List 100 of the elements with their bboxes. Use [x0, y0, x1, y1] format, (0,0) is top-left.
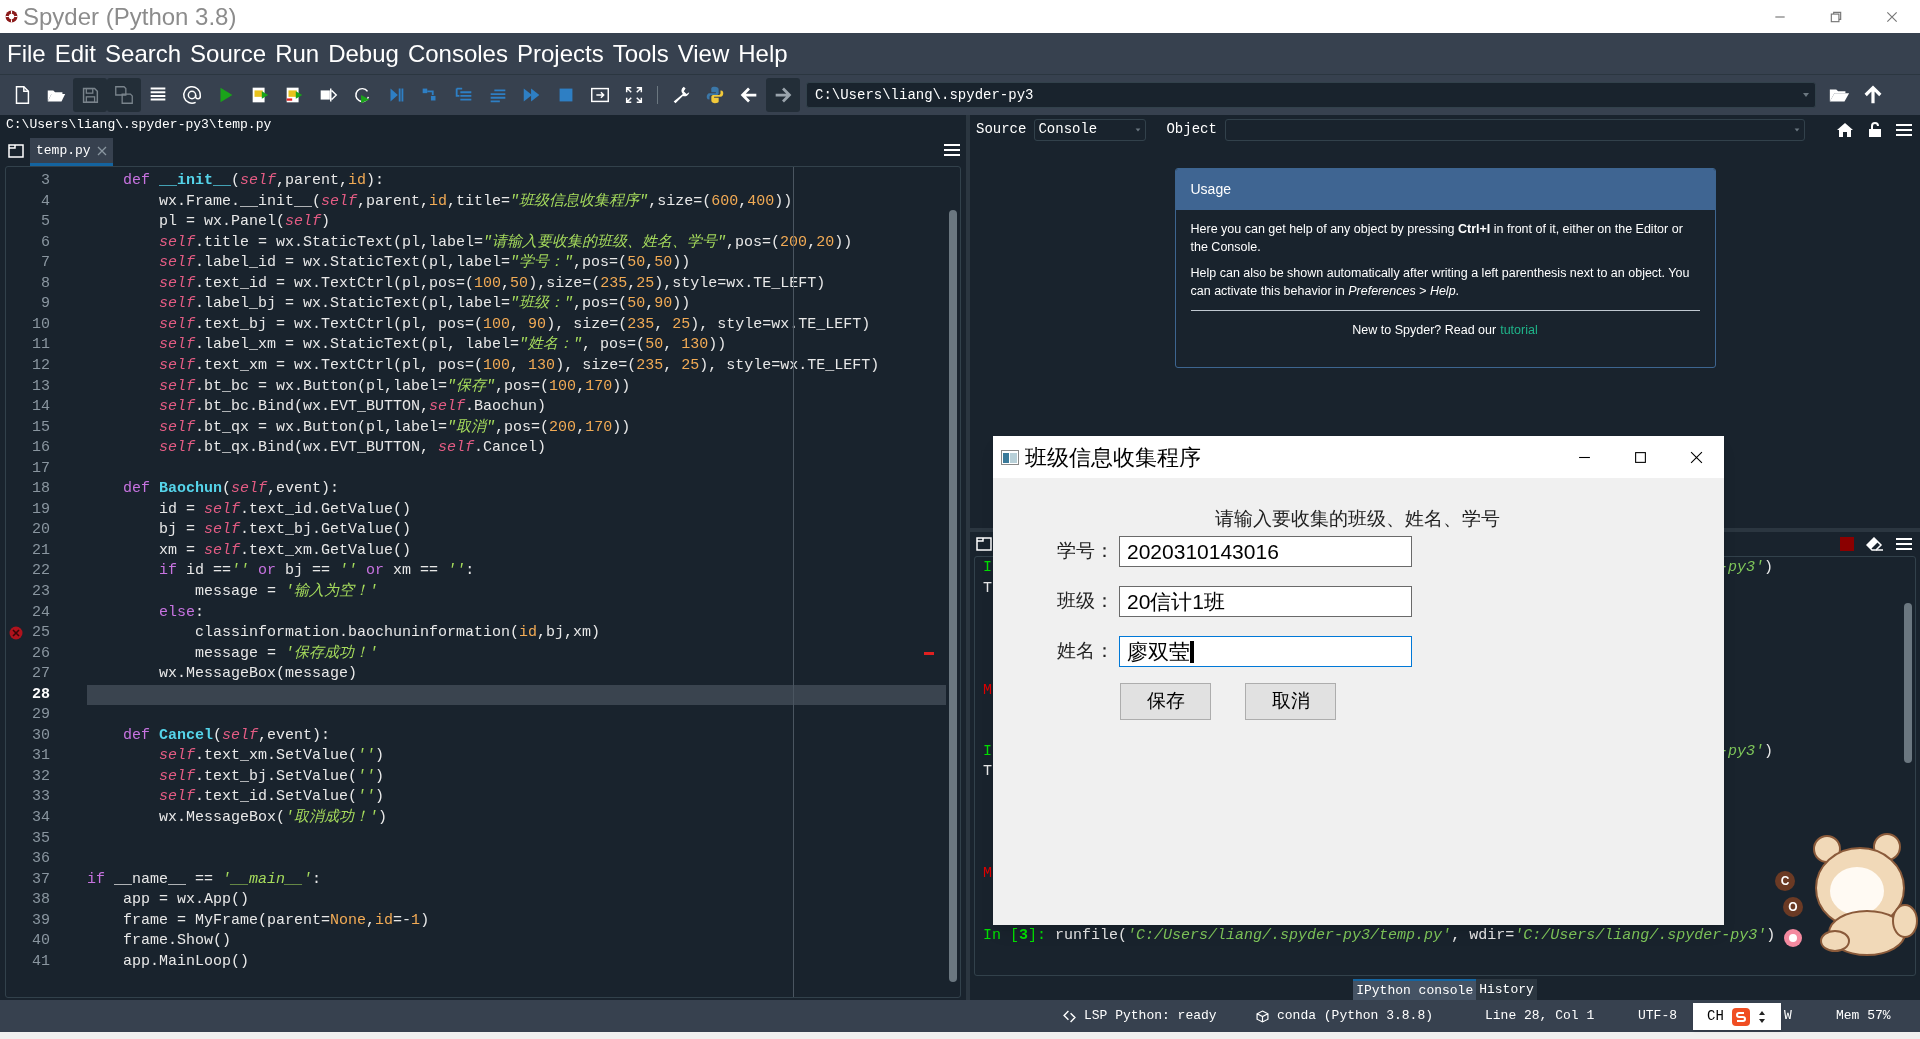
code-line: wx.Frame.__init__(self,parent,id,title="班级信息收集程序",size=(600,400)) — [158, 191, 793, 212]
line-number: 14 — [32, 397, 50, 418]
menu-item[interactable]: File — [7, 41, 46, 66]
dialog-button[interactable]: 取消 — [1245, 683, 1336, 720]
menu-item[interactable]: Run — [275, 41, 320, 66]
menu-item[interactable]: Source — [190, 41, 267, 66]
code-line: self.bt_qx.Bind(wx.EVT_BUTTON, self.Cancel) — [158, 438, 547, 459]
field-label: 学号： — [1057, 539, 1115, 564]
console-text: T — [983, 578, 992, 599]
code-line: self.bt_bc.Bind(wx.EVT_BUTTON,self.Baochun) — [158, 397, 547, 418]
line-number: 29 — [32, 705, 50, 726]
warning-marker — [924, 652, 934, 655]
code-line: if id =='' or bj == '' or xm == '': — [158, 561, 475, 582]
text-field[interactable]: 20信计1班 — [1119, 586, 1412, 617]
menu-item[interactable]: Tools — [612, 41, 669, 66]
line-number: 21 — [32, 540, 50, 561]
close-tab-icon[interactable] — [96, 145, 107, 156]
maximize-icon[interactable] — [1633, 450, 1647, 464]
code-line: classinformation.baochuninformation(id,bj,xm) — [194, 623, 601, 644]
up-arrow-icon[interactable] — [1862, 84, 1884, 106]
line-number: 4 — [41, 191, 50, 212]
line-number: 28 — [32, 684, 50, 705]
pane-tab[interactable]: History — [1476, 979, 1537, 1000]
code-line: message = '输入为空！' — [194, 581, 379, 602]
console-text: M — [983, 864, 992, 885]
menu-icon[interactable] — [1896, 536, 1912, 551]
scrollbar-thumb[interactable] — [1904, 602, 1912, 763]
menu-item[interactable]: View — [677, 41, 730, 66]
line-number: 41 — [32, 951, 50, 972]
text-field[interactable]: 廖双莹 — [1119, 636, 1412, 667]
code-line: self.label_bj = wx.StaticText(pl,label="班级：",pos=(50,90)) — [158, 293, 691, 315]
object-field[interactable] — [1224, 119, 1805, 141]
code-line: def __init__(self,parent,id): — [122, 171, 385, 192]
footer-text: New to Spyder? Read our — [1352, 321, 1497, 339]
line-number: 32 — [32, 766, 50, 787]
app-window-icon — [1001, 449, 1019, 465]
browse-tabs-icon[interactable] — [976, 536, 992, 551]
code-line: pl = wx.Panel(self) — [158, 212, 331, 233]
scroll-arrows-icon[interactable] — [1757, 1009, 1766, 1024]
status-text: UTF-8 — [1638, 1007, 1677, 1026]
code-line: frame.Show() — [122, 931, 232, 952]
sticker-badge: C — [1775, 871, 1795, 891]
menu-item[interactable]: Consoles — [407, 41, 508, 66]
code-line: def Cancel(self,event): — [122, 725, 331, 746]
code-line: xm = self.text_xm.GetValue() — [158, 540, 412, 561]
save-all-icon[interactable] — [113, 84, 135, 106]
object-label: Object — [1166, 120, 1217, 140]
cube-icon — [1256, 1009, 1269, 1023]
source-dropdown[interactable]: Console — [1034, 119, 1147, 141]
code-line: else: — [158, 602, 205, 623]
line-number: 25 — [32, 623, 50, 644]
fullscreen-icon[interactable] — [623, 84, 645, 106]
python-icon[interactable] — [704, 84, 726, 106]
console-text: I — [983, 558, 992, 579]
eraser-icon[interactable] — [1866, 536, 1884, 551]
console-text: I — [983, 742, 992, 762]
line-number: 3 — [41, 171, 50, 192]
restore-icon[interactable] — [1829, 9, 1843, 24]
home-icon[interactable] — [1836, 122, 1854, 138]
pane-tab[interactable]: IPython console — [1353, 979, 1477, 1000]
menu-item[interactable]: Help — [738, 41, 788, 66]
code-line: def Baochun(self,event): — [122, 479, 340, 500]
line-number: 34 — [32, 808, 50, 828]
line-number: 38 — [32, 890, 50, 911]
close-icon[interactable] — [1689, 450, 1703, 464]
code-line: if __name__ == '__main__': — [87, 869, 322, 890]
unlocked-padlock-icon[interactable] — [1868, 122, 1882, 138]
status-text: LSP Python: ready — [1084, 1007, 1217, 1026]
dialog-heading: 请输入要收集的班级、姓名、学号 — [1215, 506, 1500, 531]
code-line: self.text_bj.SetValue('') — [158, 766, 385, 787]
status-text: conda (Python 3.8.8) — [1277, 1007, 1434, 1026]
at-sign-icon[interactable] — [181, 84, 203, 106]
menu-item[interactable]: Edit — [54, 41, 97, 66]
menu-item[interactable]: Search — [105, 41, 182, 66]
line-number: 12 — [32, 355, 50, 376]
help-paragraph: Here you can get help of any object by pressing Ctrl+I in front of it, either on the Editor or the Console. — [1190, 220, 1684, 256]
file-tab[interactable]: temp.py — [30, 138, 113, 166]
menu-icon[interactable] — [1896, 123, 1912, 137]
menu-item[interactable]: Projects — [516, 41, 604, 66]
working-directory-field[interactable]: C:\Users\liang\.spyder-py3 — [806, 82, 1816, 108]
menu-item[interactable]: Debug — [328, 41, 399, 66]
browse-tabs-icon[interactable] — [8, 144, 24, 158]
line-number: 20 — [32, 520, 50, 541]
code-line: self.text_xm.SetValue('') — [158, 746, 385, 767]
text-field[interactable]: 2020310143016 — [1119, 536, 1412, 567]
dialog-button[interactable]: 保存 — [1120, 683, 1211, 720]
source-label: Source — [976, 120, 1027, 140]
menu-icon[interactable] — [944, 142, 960, 157]
code-line: self.label_id = wx.StaticText(pl,label="学号：",pos=(50,50)) — [158, 253, 691, 274]
line-number: 18 — [32, 479, 50, 500]
text-cursor — [1190, 640, 1194, 663]
tutorial-link[interactable]: tutorial — [1500, 320, 1538, 340]
ime-toolbar[interactable]: CH — [1693, 1003, 1781, 1030]
code-line: app = wx.App() — [122, 890, 250, 911]
scrollbar-thumb[interactable] — [949, 210, 957, 982]
dropdown-arrow-icon[interactable] — [1792, 126, 1801, 134]
card-title: Usage — [1190, 179, 1231, 199]
code-line: message = '保存成功！' — [194, 643, 379, 664]
dropdown-arrow-icon[interactable] — [1134, 126, 1143, 134]
line-number: 8 — [41, 273, 50, 294]
